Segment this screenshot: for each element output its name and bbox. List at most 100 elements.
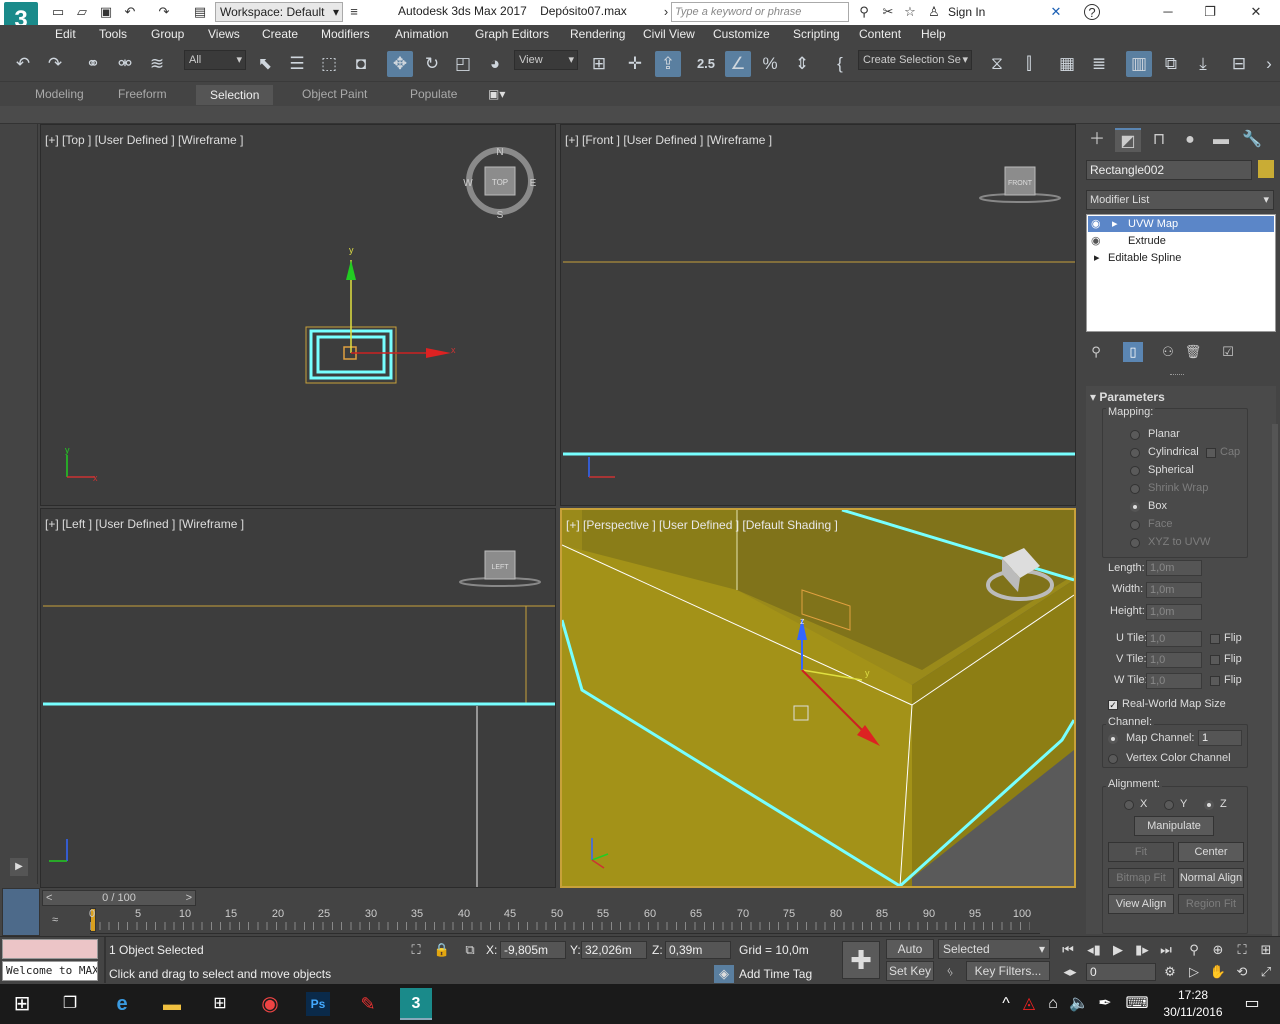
save-file-icon[interactable]: ▣ xyxy=(98,4,114,20)
manipulate-button[interactable]: Manipulate xyxy=(1134,816,1214,836)
checkbox-flip-u[interactable] xyxy=(1210,634,1220,644)
user-icon[interactable]: ♙ xyxy=(926,4,942,20)
keyboard-shortcut-override-icon[interactable]: ⇪ xyxy=(655,51,681,77)
gizmo-y-arrow[interactable] xyxy=(346,260,356,280)
radio-face[interactable] xyxy=(1130,520,1140,530)
checkbox-cap[interactable] xyxy=(1206,448,1216,458)
scene-explorer-icon[interactable]: ▦ xyxy=(1054,51,1080,77)
maxscript-listener-pink[interactable] xyxy=(2,939,98,959)
edge-browser-icon[interactable]: e xyxy=(106,988,138,1020)
rollout-title[interactable]: ▾ Parameters xyxy=(1090,390,1165,404)
schematic-view-icon[interactable]: ⤓ xyxy=(1190,51,1216,77)
pdf-reader-icon[interactable]: ✎ xyxy=(352,988,384,1020)
menu-help[interactable]: Help xyxy=(921,27,946,41)
motion-panel-icon[interactable]: ● xyxy=(1177,128,1203,152)
modify-panel-icon[interactable]: ◩ xyxy=(1115,128,1141,152)
overflow-menu-icon[interactable]: ≡ xyxy=(346,4,362,20)
time-slider[interactable]: <0 / 100 > xyxy=(42,890,196,906)
menu-customize[interactable]: Customize xyxy=(713,27,770,41)
orbit-icon[interactable]: ⟲ xyxy=(1232,963,1252,981)
viewport-top[interactable]: [+] [Top ] [User Defined ] [Wireframe ] … xyxy=(40,124,556,506)
pan-icon[interactable]: ✋ xyxy=(1208,963,1228,981)
window-crossing-icon[interactable]: ◘ xyxy=(348,51,374,77)
view-align-button[interactable]: View Align xyxy=(1108,894,1174,914)
reference-coordinate-dropdown[interactable]: View ▾ xyxy=(514,50,578,70)
play-icon[interactable]: ▶ xyxy=(1108,941,1128,959)
adobe-cloud-icon[interactable]: ◬ xyxy=(1018,988,1040,1020)
stack-item-extrude[interactable]: ◉ Extrude xyxy=(1088,233,1274,249)
maxscript-listener[interactable]: Welcome to MAXScript. xyxy=(2,961,98,981)
zoom-extents-all-icon[interactable]: ⊞ xyxy=(1256,941,1276,959)
track-bar[interactable]: 0 5 10 15 20 25 30 35 40 45 50 55 60 65 … xyxy=(89,908,1040,934)
key-mode-toggle-icon[interactable]: ◂▸ xyxy=(1060,963,1080,981)
curve-editor-icon[interactable]: ⧉ xyxy=(1158,51,1184,77)
menu-modifiers[interactable]: Modifiers xyxy=(321,27,370,41)
hierarchy-panel-icon[interactable]: ⊓ xyxy=(1146,128,1172,152)
normal-align-button[interactable]: Normal Align xyxy=(1178,868,1244,888)
isolate-selection-icon[interactable]: ⛶ xyxy=(406,941,426,959)
undo-icon[interactable]: ↶ xyxy=(122,4,138,20)
chrome-icon[interactable]: ◉ xyxy=(254,988,286,1020)
make-unique-icon[interactable]: ⚇ xyxy=(1158,342,1178,362)
select-object-icon[interactable]: ⬉ xyxy=(252,51,278,77)
previous-frame-icon[interactable]: ◂▮ xyxy=(1084,941,1104,959)
checkbox-real-world-map-size[interactable]: ✓ xyxy=(1108,700,1118,710)
viewport-front[interactable]: [+] [Front ] [User Defined ] [Wireframe … xyxy=(560,124,1076,506)
snaps-toggle-icon[interactable]: 2.5 xyxy=(693,51,719,77)
photoshop-icon[interactable]: Ps xyxy=(306,992,330,1016)
key-tangent-icon[interactable]: ᛃ xyxy=(940,963,960,981)
next-frame-icon[interactable]: ▮▸ xyxy=(1132,941,1152,959)
absolute-mode-icon[interactable]: ⧉ xyxy=(460,941,480,959)
workspace-dropdown[interactable]: Workspace: Default ▾ xyxy=(215,2,343,22)
select-and-link-icon[interactable]: ⚭ xyxy=(80,51,106,77)
tab-selection[interactable]: Selection xyxy=(196,85,274,105)
notifications-icon[interactable]: ▭ xyxy=(1236,988,1268,1020)
edit-named-selection-icon[interactable]: { xyxy=(827,51,853,77)
current-frame-field[interactable]: 0 xyxy=(1086,963,1156,981)
vtile-spinner[interactable]: 1,0 xyxy=(1146,652,1202,668)
menu-tools[interactable]: Tools xyxy=(99,27,127,41)
tab-modeling[interactable]: Modeling xyxy=(35,87,84,101)
expand-icon[interactable]: ▸ xyxy=(1112,216,1118,232)
length-spinner[interactable]: 1,0m xyxy=(1146,560,1202,576)
undo-icon[interactable]: ↶ xyxy=(10,51,36,77)
percent-snap-icon[interactable]: % xyxy=(757,51,783,77)
menu-edit[interactable]: Edit xyxy=(55,27,76,41)
menu-views[interactable]: Views xyxy=(208,27,240,41)
z-coordinate[interactable]: 0,39m xyxy=(665,941,731,959)
map-channel-spinner[interactable]: 1 xyxy=(1198,730,1242,746)
eye-icon[interactable]: ◉ xyxy=(1091,233,1101,249)
task-view-icon[interactable]: ❐ xyxy=(54,988,86,1020)
go-to-start-icon[interactable]: ⏮ xyxy=(1058,941,1078,959)
clock-time[interactable]: 17:28 xyxy=(1168,988,1218,1002)
redo-icon[interactable]: ↷ xyxy=(42,51,68,77)
viewport-label-perspective[interactable]: [+] [Perspective ] [User Defined ] [Defa… xyxy=(566,518,838,532)
remove-modifier-icon[interactable]: 🗑 xyxy=(1183,342,1203,362)
radio-planar[interactable] xyxy=(1130,430,1140,440)
viewport-left[interactable]: [+] [Left ] [User Defined ] [Wireframe ]… xyxy=(40,508,556,888)
new-file-icon[interactable]: ▭ xyxy=(50,4,66,20)
region-fit-button[interactable]: Region Fit xyxy=(1178,894,1244,914)
file-explorer-icon[interactable]: ▬ xyxy=(156,988,188,1020)
zoom-extents-icon[interactable]: ⛶ xyxy=(1232,941,1252,959)
stack-item-editable-spline[interactable]: ▸ Editable Spline xyxy=(1088,250,1274,266)
mini-curve-editor-icon[interactable]: ≈ xyxy=(52,914,70,930)
stack-item-uvw-map[interactable]: ◉ ▸ UVW Map xyxy=(1088,216,1274,232)
gizmo-x-arrow[interactable] xyxy=(426,348,451,358)
time-configuration-icon[interactable]: ⚙ xyxy=(1160,963,1180,981)
menu-create[interactable]: Create xyxy=(262,27,298,41)
field-of-view-icon[interactable]: ▷ xyxy=(1184,963,1204,981)
selection-filter-dropdown[interactable]: All ▾ xyxy=(184,50,246,70)
radio-align-z[interactable] xyxy=(1204,800,1214,810)
zoom-all-icon[interactable]: ⊕ xyxy=(1208,941,1228,959)
center-button[interactable]: Center xyxy=(1178,842,1244,862)
fit-button[interactable]: Fit xyxy=(1108,842,1174,862)
windows-start-icon[interactable]: ⊞ xyxy=(6,988,38,1020)
menu-content[interactable]: Content xyxy=(859,27,901,41)
menu-rendering[interactable]: Rendering xyxy=(570,27,625,41)
communication-center-icon[interactable]: ✂ xyxy=(880,4,896,20)
checkbox-flip-w[interactable] xyxy=(1210,676,1220,686)
radio-spherical[interactable] xyxy=(1130,466,1140,476)
create-panel-icon[interactable]: ＋ xyxy=(1084,128,1110,152)
modifier-list-dropdown[interactable]: Modifier List ▾ xyxy=(1086,190,1274,210)
